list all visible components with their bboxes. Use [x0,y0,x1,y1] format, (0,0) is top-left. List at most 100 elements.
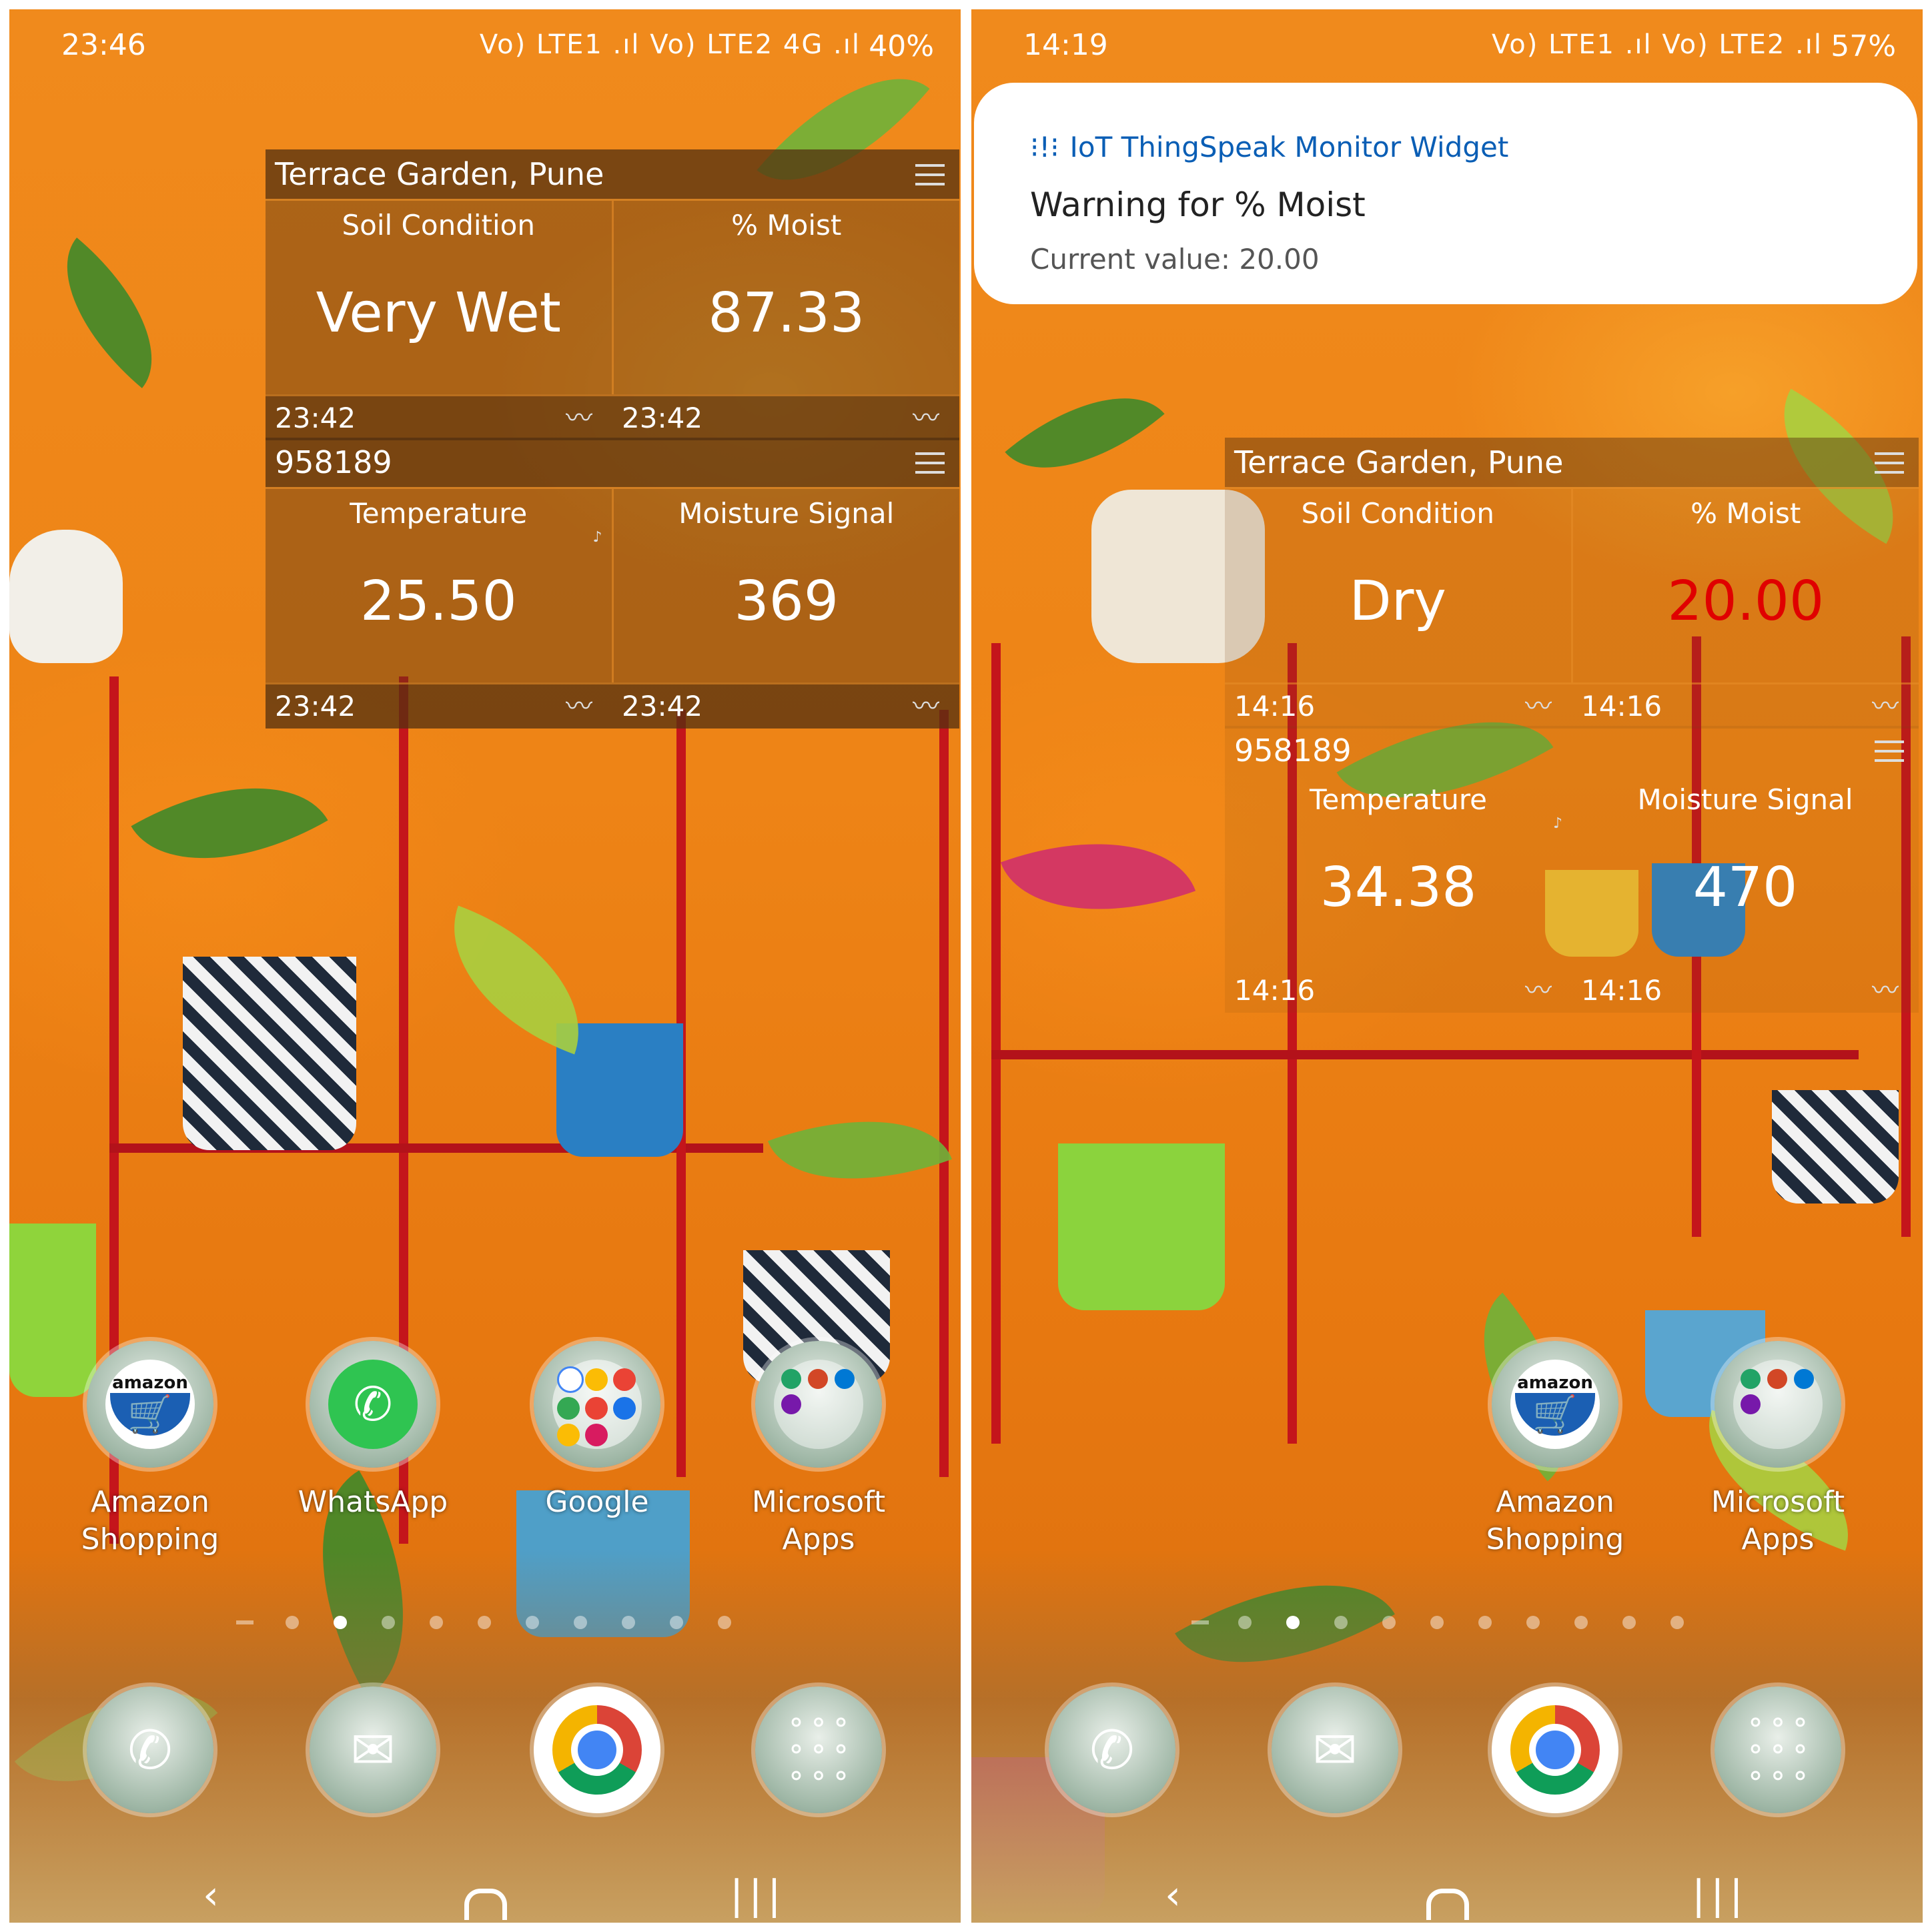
thingspeak-widget[interactable]: 958189 Temperature ♪ 25.50 Moisture Sign… [266,438,959,729]
widget-cell[interactable]: Soil Condition Very Wet [266,201,614,394]
widget-title: 958189 [1234,733,1352,769]
home-icon[interactable] [1426,1889,1469,1920]
menu-icon[interactable] [915,164,945,185]
status-bar: 14:19 Vo) LTE1 .ıl Vo) LTE2 .ıl 57% [971,9,1923,73]
menu-icon[interactable] [915,452,945,474]
field-value: 369 [734,570,839,633]
widget-cell[interactable]: Temperature ♪ 25.50 [266,489,614,682]
widget-footer: 14:16 〰 14:16 〰 [1225,682,1919,729]
google-folder[interactable] [534,1341,660,1468]
last-update-time: 23:42 [622,402,703,434]
trend-chart-icon[interactable]: 〰 [1872,684,1899,729]
app-label: WhatsApp [280,1484,466,1521]
whatsapp-app[interactable]: ✆ [310,1341,436,1468]
last-update-time: 14:16 [1234,974,1316,1007]
microsoft-apps-folder[interactable] [755,1341,882,1468]
page-dot [1238,1616,1252,1629]
phone-app[interactable]: ✆ [1049,1686,1175,1813]
last-update-time: 14:16 [1581,690,1662,722]
phone-icon: ✆ [1089,1719,1135,1781]
page-dot [1334,1616,1348,1629]
widget-values-row: Soil Condition Dry % Moist 20.00 [1225,487,1919,682]
page-dot [574,1616,587,1629]
back-icon[interactable]: ‹ [203,1872,219,1919]
field-value: 34.38 [1320,856,1477,919]
field-label: % Moist [1690,497,1801,530]
thingspeak-widget[interactable]: Terrace Garden, Pune Soil Condition Dry … [1225,438,1919,729]
app-label-line: Microsoft [751,1485,886,1519]
plant-pot [183,957,356,1150]
widget-cell[interactable]: Moisture Signal 369 [614,489,960,682]
recent-apps-icon[interactable]: ||| [730,1872,787,1919]
trend-chart-icon[interactable]: 〰 [566,396,592,440]
page-indicator[interactable] [9,1616,961,1629]
thingspeak-widget[interactable]: 958189 Temperature ♪ 34.38 Moisture Sign… [1225,726,1919,1013]
field-value: 25.50 [360,570,517,633]
field-value: Very Wet [316,282,561,345]
menu-icon[interactable] [1875,741,1904,762]
page-dot [1478,1616,1492,1629]
notification-text: Current value: 20.00 [1030,243,1320,276]
app-label: Microsoft Apps [725,1484,912,1558]
whatsapp-icon: ✆ [328,1360,418,1449]
app-label-line: Shopping [81,1522,219,1556]
trend-chart-icon[interactable]: 〰 [1872,969,1899,1013]
amazon-shopping-app[interactable]: amazon 🛒 [87,1341,213,1468]
shopping-cart-icon: amazon 🛒 [105,1360,195,1449]
page-dot-active [1286,1616,1300,1629]
microsoft-apps-folder[interactable] [1715,1341,1841,1468]
field-label: Temperature [1309,783,1488,816]
page-dot [478,1616,491,1629]
home-page-indicator [1191,1620,1209,1624]
home-icon[interactable] [464,1889,507,1920]
amazon-shopping-app[interactable]: amazon 🛒 [1492,1341,1618,1468]
phone-screen-right: 14:19 Vo) LTE1 .ıl Vo) LTE2 .ıl 57% ⁝!⁝ I… [971,9,1923,1923]
chrome-app[interactable] [534,1686,660,1813]
widget-cell[interactable]: Temperature ♪ 34.38 [1225,775,1572,969]
field-value-alert: 20.00 [1667,570,1825,633]
phone-icon: ✆ [127,1719,173,1781]
notification-app-name: ⁝!⁝ IoT ThingSpeak Monitor Widget [1030,131,1508,163]
phone-app[interactable]: ✆ [87,1686,213,1813]
app-label: Amazon Shopping [1462,1484,1648,1558]
widget-cell[interactable]: Moisture Signal 470 [1572,775,1919,969]
widget-title: 958189 [275,444,392,480]
foliage [29,237,189,388]
widget-cell[interactable]: % Moist 87.33 [614,201,960,394]
chrome-icon [1510,1705,1600,1795]
recent-apps-icon[interactable]: ||| [1692,1872,1749,1919]
menu-icon[interactable] [1875,452,1904,474]
messages-app[interactable]: ✉ [310,1686,436,1813]
messages-app[interactable]: ✉ [1272,1686,1398,1813]
chrome-app[interactable] [1492,1686,1618,1813]
trend-chart-icon[interactable]: 〰 [913,684,939,729]
notification-card[interactable]: ⁝!⁝ IoT ThingSpeak Monitor Widget Warning… [974,83,1917,304]
navigation-bar: ‹ ||| [9,1869,961,1923]
widget-cell[interactable]: % Moist 20.00 [1573,489,1919,682]
plant-pot [1772,1090,1899,1203]
field-label: Temperature [350,497,528,530]
widget-footer: 23:42 〰 23:42 〰 [266,394,959,440]
trend-chart-icon[interactable]: 〰 [913,396,939,440]
notification-title: Warning for % Moist [1030,185,1366,224]
trend-chart-icon[interactable]: 〰 [1525,684,1552,729]
status-bar: 23:46 Vo) LTE1 .ıl Vo) LTE2 4G .ıl 40% [9,9,961,73]
trend-chart-icon[interactable]: 〰 [566,684,592,729]
app-label-line: Google [545,1485,649,1519]
app-drawer[interactable]: ⚬⚬⚬ ⚬⚬⚬ ⚬⚬⚬ [755,1686,882,1813]
back-icon[interactable]: ‹ [1165,1872,1181,1919]
signal-icons: Vo) LTE1 .ıl Vo) LTE2 .ıl [1492,29,1823,60]
widget-cell[interactable]: Soil Condition Dry [1225,489,1573,682]
app-drawer[interactable]: ⚬⚬⚬ ⚬⚬⚬ ⚬⚬⚬ [1715,1686,1841,1813]
page-dot [430,1616,443,1629]
trend-chart-icon[interactable]: 〰 [1525,969,1552,1013]
page-indicator[interactable] [971,1616,1923,1629]
app-label-line: Microsoft [1711,1485,1845,1519]
page-dot [718,1616,731,1629]
widget-title-bar: Terrace Garden, Pune [266,149,959,199]
page-dot [286,1616,299,1629]
widget-title: Terrace Garden, Pune [1234,444,1564,480]
thingspeak-widget[interactable]: Terrace Garden, Pune Soil Condition Very… [266,149,959,440]
field-value: Dry [1349,570,1446,633]
microsoft-apps-folder-icon [774,1360,863,1449]
